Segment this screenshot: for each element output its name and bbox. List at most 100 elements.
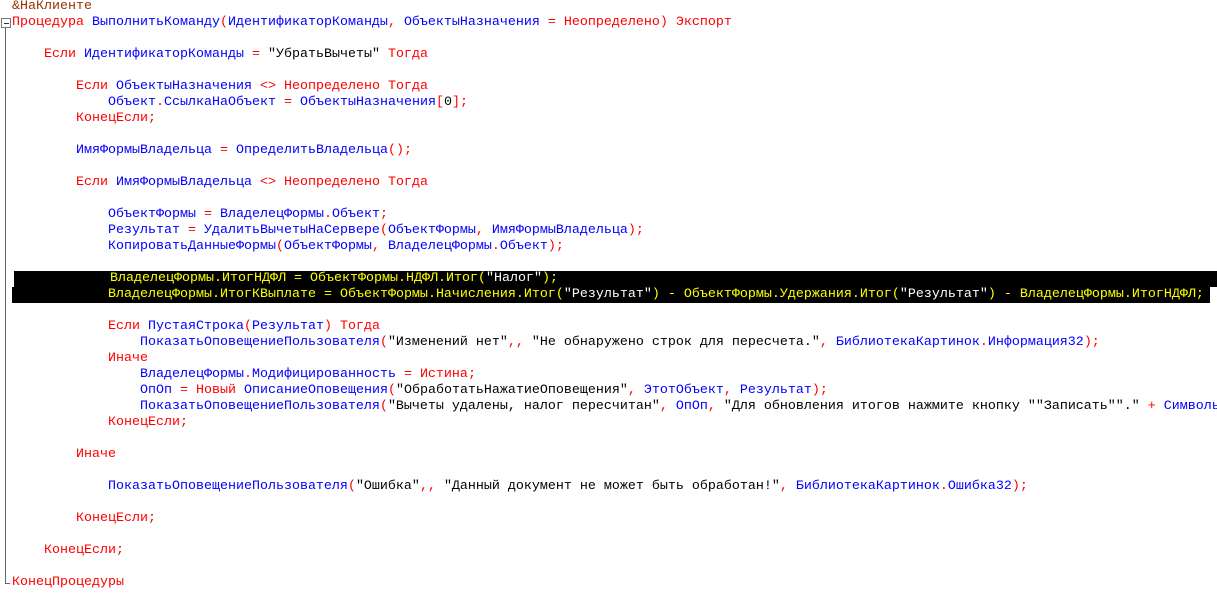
code-line[interactable]: Результат = УдалитьВычетыНаСервере(Объек… — [12, 223, 644, 239]
operator-token: [ — [435, 95, 444, 110]
operator-token: . — [213, 271, 222, 286]
operator-token: = — [547, 15, 556, 30]
identifier-token: Итог — [445, 271, 478, 286]
code-line[interactable]: Если ИдентификаторКоманды = "УбратьВычет… — [12, 47, 428, 63]
code-line[interactable]: &НаКлиенте — [12, 0, 92, 15]
code-line[interactable]: КонецЕсли; — [12, 511, 156, 527]
code-line[interactable]: КонецЕсли; — [12, 111, 156, 127]
code-line[interactable]: Если ПустаяСтрока(Результат) Тогда — [12, 319, 380, 335]
code-line[interactable]: КонецПроцедуры — [12, 575, 124, 591]
keyword-token: КонецЕсли — [76, 511, 148, 526]
keyword-token: КонецПроцедуры — [12, 575, 124, 590]
code-line[interactable]: Иначе — [12, 447, 116, 463]
operator-token: ); — [547, 239, 564, 254]
identifier-token: ОбъектыНазначения — [116, 79, 252, 94]
operator-token: . — [771, 287, 780, 302]
keyword-token: Новый — [195, 383, 236, 398]
keyword-token: Тогда — [339, 319, 380, 334]
operator-token: = — [251, 47, 260, 62]
operator-token: ( — [347, 479, 356, 494]
operator-token: ); — [1083, 335, 1100, 350]
code-line[interactable]: Процедура ВыполнитьКоманду(Идентификатор… — [12, 15, 732, 31]
identifier-token: ИмяФормыВладельца — [491, 223, 628, 238]
operator-token: , — [475, 223, 484, 238]
keyword-token: Иначе — [107, 351, 148, 366]
code-line[interactable]: ПоказатьОповещениеПользователя("Изменени… — [12, 335, 1100, 351]
identifier-token: НДФЛ — [405, 271, 438, 286]
operator-token: , — [819, 335, 828, 350]
identifier-token: ВладелецФормы — [109, 271, 214, 286]
identifier-token: ОписаниеОповещения — [243, 383, 388, 398]
string-token: "УбратьВычеты" — [267, 47, 380, 62]
identifier-token: ВладелецФормы — [219, 207, 324, 222]
identifier-token: Результат — [251, 319, 324, 334]
operator-token: ( — [477, 271, 486, 286]
identifier-token: КопироватьДанныеФормы — [107, 239, 276, 254]
code-line[interactable]: ОпОп = Новый ОписаниеОповещения("Обработ… — [12, 383, 828, 399]
keyword-token: Неопределено — [283, 175, 380, 190]
operator-token: . — [211, 287, 220, 302]
identifier-token: Объект — [107, 95, 156, 110]
keyword-token: КонецЕсли — [107, 415, 180, 430]
operator-token: . — [397, 271, 406, 286]
fold-guide-end — [5, 583, 10, 584]
operator-token: <> — [259, 79, 276, 94]
code-line[interactable]: ИмяФормыВладельца = ОпределитьВладельца(… — [12, 143, 412, 159]
code-line[interactable]: ПоказатьОповещениеПользователя("Вычеты у… — [12, 399, 1217, 415]
identifier-token: БиблиотекаКартинок — [835, 335, 980, 350]
identifier-token: БиблиотекаКартинок — [795, 479, 940, 494]
operator-token: ( — [555, 287, 564, 302]
operator-token: ( — [387, 383, 396, 398]
operator-token: ); — [1011, 479, 1028, 494]
operator-token: ; — [179, 415, 188, 430]
code-line[interactable]: ОбъектФормы = ВладелецФормы.Объект; — [12, 207, 388, 223]
code-line[interactable]: КонецЕсли; — [12, 415, 188, 431]
operator-token: ,, — [507, 335, 524, 350]
string-token: "Вычеты удалены, налог пересчитан" — [387, 399, 660, 414]
operator-token: , — [659, 399, 668, 414]
code-line[interactable]: ВладелецФормы.ИтогНДФЛ = ОбъектФормы.НДФ… — [14, 271, 1217, 287]
string-token: "Результат" — [563, 287, 652, 302]
identifier-token: ЭтотОбъект — [643, 383, 724, 398]
identifier-token: ОбъектыНазначения — [299, 95, 436, 110]
identifier-token: ВыполнитьКоманду — [91, 15, 220, 30]
identifier-token: Результат — [107, 223, 180, 238]
operator-token: - — [1003, 287, 1012, 302]
string-token: "Изменений нет" — [387, 335, 508, 350]
operator-token: + — [1147, 399, 1156, 414]
string-token: "Результат" — [899, 287, 988, 302]
code-line[interactable]: ПоказатьОповещениеПользователя("Ошибка",… — [12, 479, 1028, 495]
code-line[interactable]: ВладелецФормы.Модифицированность = Истин… — [12, 367, 476, 383]
operator-token: ( — [219, 15, 228, 30]
identifier-token: ВладелецФормы — [387, 239, 492, 254]
code-editor[interactable]: &НаКлиенте Процедура ВыполнитьКоманду(Иде… — [0, 0, 1217, 595]
operator-token: ) — [323, 319, 332, 334]
string-token: "ОбработатьНажатиеОповещения" — [395, 383, 628, 398]
identifier-token: Символь — [1163, 399, 1217, 414]
keyword-token: Истина — [419, 367, 468, 382]
operator-token: ) — [659, 15, 668, 30]
code-line[interactable]: Иначе — [12, 351, 148, 367]
code-line[interactable]: ВладелецФормы.ИтогКВыплате = ОбъектФормы… — [12, 287, 1210, 303]
code-line[interactable]: КонецЕсли; — [12, 543, 124, 559]
operator-token: . — [979, 335, 988, 350]
code-line[interactable]: КопироватьДанныеФормы(ОбъектФормы, Владе… — [12, 239, 564, 255]
code-line[interactable]: Если ОбъектыНазначения <> Неопределено Т… — [12, 79, 428, 95]
identifier-token: Итог — [859, 287, 892, 302]
operator-token: ; — [1195, 287, 1204, 302]
identifier-token: Объект — [499, 239, 548, 254]
identifier-token: ПоказатьОповещениеПользователя — [107, 479, 348, 494]
identifier-token: ОбъектыНазначения — [403, 15, 540, 30]
fold-guide-line — [5, 28, 6, 584]
operator-token: , — [371, 239, 380, 254]
operator-token: = — [179, 383, 188, 398]
fold-collapse-icon[interactable] — [1, 18, 11, 28]
code-line[interactable]: Если ИмяФормыВладельца <> Неопределено Т… — [12, 175, 428, 191]
keyword-token: Тогда — [387, 175, 428, 190]
keyword-token: Если — [44, 47, 76, 62]
identifier-token: ОбъектФормы — [387, 223, 476, 238]
identifier-token: ОбъектФормы — [107, 207, 196, 222]
code-line[interactable]: Объект.СсылкаНаОбъект = ОбъектыНазначени… — [12, 95, 468, 111]
string-token: "Налог" — [485, 271, 542, 286]
operator-token: (); — [387, 143, 412, 158]
